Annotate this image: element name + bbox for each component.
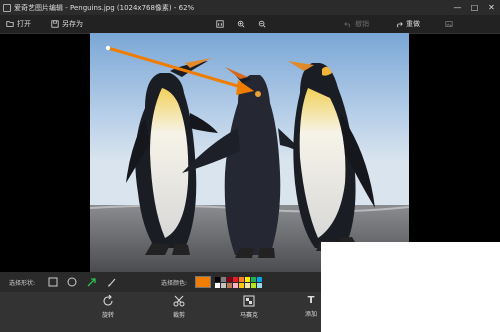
- zoom-in-button[interactable]: [237, 15, 245, 33]
- palette-color-swatch[interactable]: [257, 282, 263, 288]
- palette-color-swatch[interactable]: [215, 282, 221, 288]
- redo-label: 重做: [406, 20, 420, 28]
- rotate-label: 旋转: [102, 312, 115, 319]
- penguins-photo: [90, 33, 409, 272]
- actual-size-button[interactable]: [216, 15, 224, 33]
- image-compare-button[interactable]: [445, 15, 453, 33]
- palette-color-swatch[interactable]: [251, 282, 257, 288]
- folder-icon: [6, 21, 14, 27]
- palette-color-swatch[interactable]: [221, 282, 227, 288]
- toolbar: 打开 另存为 撤销 重做: [0, 15, 500, 34]
- palette-color-swatch[interactable]: [245, 282, 251, 288]
- actual-size-icon: [216, 20, 224, 28]
- add-label: 添加: [305, 311, 318, 318]
- palette-color-swatch[interactable]: [251, 276, 257, 282]
- blank-area: [321, 242, 500, 332]
- arrow-shape-icon[interactable]: [87, 277, 97, 287]
- rectangle-shape-icon[interactable]: [48, 277, 58, 287]
- window-title: 爱奇艺图片编辑 - Penguins.jpg (1024x768像素) - 62…: [14, 3, 195, 12]
- mosaic-icon: [243, 295, 255, 307]
- maximize-button[interactable]: □: [466, 0, 483, 15]
- palette-color-swatch[interactable]: [227, 282, 233, 288]
- undo-icon: [344, 22, 350, 28]
- app-icon: [3, 3, 11, 12]
- redo-button[interactable]: 重做: [395, 15, 420, 33]
- color-palette: [215, 276, 263, 288]
- undo-label: 撤销: [355, 20, 369, 28]
- window-controls: — □ ✕: [449, 0, 500, 15]
- text-icon: T: [307, 295, 315, 306]
- open-label: 打开: [17, 20, 31, 28]
- save-as-button[interactable]: 另存为: [51, 15, 83, 33]
- zoom-in-icon: [237, 20, 245, 28]
- save-as-label: 另存为: [62, 20, 83, 28]
- palette-color-swatch[interactable]: [239, 276, 245, 282]
- close-button[interactable]: ✕: [483, 0, 500, 15]
- palette-color-swatch[interactable]: [233, 282, 239, 288]
- save-icon: [51, 20, 59, 28]
- redo-icon: [397, 22, 403, 28]
- image-icon: [445, 21, 453, 27]
- zoom-out-button[interactable]: [258, 15, 266, 33]
- add-text-button[interactable]: T 添加: [305, 295, 317, 318]
- palette-color-swatch[interactable]: [233, 276, 239, 282]
- palette-color-swatch[interactable]: [245, 276, 251, 282]
- color-label: 选择颜色:: [161, 279, 188, 287]
- shape-label: 选择形状:: [9, 279, 36, 287]
- palette-color-swatch[interactable]: [227, 276, 233, 282]
- palette-color-swatch[interactable]: [239, 282, 245, 288]
- brush-shape-icon[interactable]: [107, 277, 117, 287]
- rotate-icon: [103, 295, 113, 306]
- mosaic-button[interactable]: 马赛克: [240, 295, 258, 319]
- crop-label: 裁剪: [173, 312, 186, 319]
- title-bar: 爱奇艺图片编辑 - Penguins.jpg (1024x768像素) - 62…: [0, 0, 500, 15]
- scissors-icon: [173, 295, 185, 307]
- palette-color-swatch[interactable]: [257, 276, 263, 282]
- palette-color-swatch[interactable]: [215, 276, 221, 282]
- undo-button[interactable]: 撤销: [344, 15, 369, 33]
- mosaic-label: 马赛克: [240, 312, 259, 319]
- palette-color-swatch[interactable]: [221, 276, 227, 282]
- open-button[interactable]: 打开: [6, 15, 31, 33]
- rotate-button[interactable]: 旋转: [102, 295, 114, 319]
- zoom-out-icon: [258, 20, 266, 28]
- circle-shape-icon[interactable]: [67, 277, 77, 287]
- selected-color-swatch[interactable]: [195, 276, 212, 288]
- crop-button[interactable]: 裁剪: [173, 295, 185, 319]
- minimize-button[interactable]: —: [449, 0, 466, 15]
